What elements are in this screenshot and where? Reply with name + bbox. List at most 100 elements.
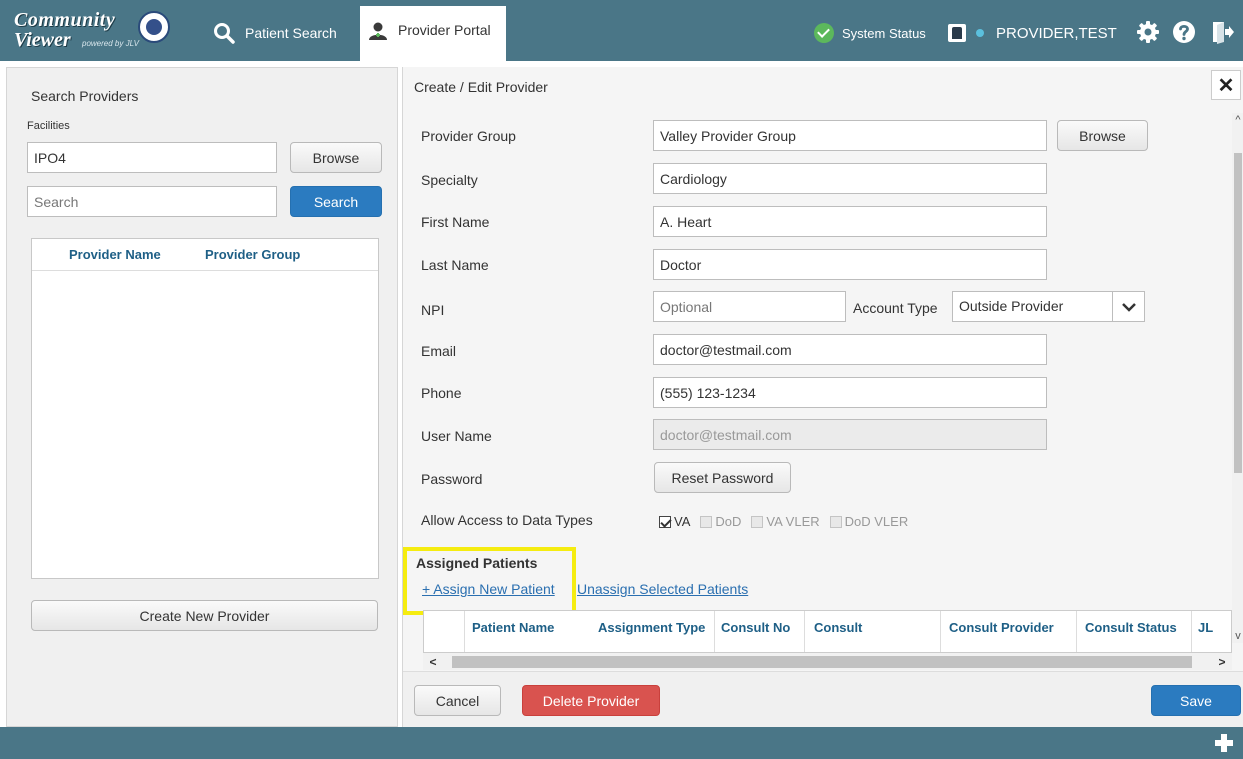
plus-icon[interactable] [1213, 732, 1235, 754]
checkbox-va-vler: VA VLER [751, 514, 820, 529]
horizontal-scroll-thumb[interactable] [452, 656, 1192, 668]
first-name-label: First Name [421, 214, 490, 230]
top-navigation-bar: Community Viewer powered by JLV Patient … [0, 0, 1243, 61]
last-name-input[interactable] [653, 249, 1047, 280]
column-consult-status[interactable]: Consult Status [1085, 620, 1177, 635]
checkbox-va-vler-box [751, 515, 764, 528]
email-input[interactable] [653, 334, 1047, 365]
unassign-selected-patients-link[interactable]: Unassign Selected Patients [577, 581, 748, 597]
facilities-input[interactable] [27, 142, 277, 173]
checkbox-dod-vler-box [829, 515, 842, 528]
column-consult-no[interactable]: Consult No [721, 620, 790, 635]
checkbox-va-box[interactable] [659, 515, 671, 528]
checkbox-dod-vler-label: DoD VLER [844, 514, 909, 529]
specialty-input[interactable] [653, 163, 1047, 194]
create-new-provider-button[interactable]: Create New Provider [31, 600, 378, 631]
nav-patient-search-label: Patient Search [245, 25, 337, 41]
user-menu[interactable]: PROVIDER,TEST [948, 22, 1117, 44]
column-divider [464, 611, 465, 652]
phone-label: Phone [421, 385, 462, 401]
column-provider-group[interactable]: Provider Group [205, 247, 300, 262]
scroll-up-icon[interactable]: ^ [1232, 113, 1243, 127]
column-jl[interactable]: JL [1198, 620, 1213, 635]
delete-provider-button[interactable]: Delete Provider [522, 685, 660, 716]
search-icon [214, 23, 235, 44]
account-type-select[interactable]: Outside Provider [952, 291, 1145, 322]
scroll-right-icon[interactable]: > [1212, 653, 1232, 670]
column-divider [940, 611, 941, 652]
app-logo[interactable]: Community Viewer powered by JLV [14, 9, 184, 55]
npi-input[interactable] [653, 291, 846, 322]
checkbox-va[interactable]: VA [659, 514, 690, 529]
column-consult[interactable]: Consult [814, 620, 862, 635]
va-seal-icon [138, 11, 170, 43]
highlight-box [403, 547, 576, 615]
system-status-label: System Status [842, 25, 926, 41]
scroll-left-icon[interactable]: < [423, 653, 443, 670]
horizontal-scrollbar[interactable]: < > [423, 653, 1232, 670]
provider-group-browse-button[interactable]: Browse [1057, 120, 1148, 151]
specialty-label: Specialty [421, 172, 478, 188]
user-name-input [653, 419, 1047, 450]
reset-password-button[interactable]: Reset Password [654, 462, 791, 493]
search-providers-title: Search Providers [31, 88, 139, 104]
bottom-bar [0, 727, 1243, 759]
data-types-checkboxes: VA DoD VA VLER DoD VLER [659, 514, 918, 529]
account-type-value: Outside Provider [959, 298, 1064, 314]
checkbox-dod-vler: DoD VLER [829, 514, 909, 529]
providers-table-header: Provider Name Provider Group [32, 239, 378, 271]
edit-provider-panel: Create / Edit Provider ✕ Provider Group … [402, 67, 1243, 727]
search-providers-panel: Search Providers Facilities Browse Searc… [6, 67, 398, 727]
column-divider [714, 611, 715, 652]
provider-group-label: Provider Group [421, 128, 516, 144]
provider-search-button[interactable]: Search [290, 186, 382, 217]
column-patient-name[interactable]: Patient Name [472, 620, 554, 635]
column-consult-provider[interactable]: Consult Provider [949, 620, 1054, 635]
user-name-label: User Name [421, 428, 492, 444]
logo-powered-by: powered by JLV [82, 39, 139, 48]
facilities-browse-button[interactable]: Browse [290, 142, 382, 173]
assigned-patients-table: Patient Name Assignment Type Consult No … [423, 610, 1232, 653]
provider-group-input[interactable] [653, 120, 1047, 151]
edit-provider-footer: Cancel Delete Provider Save [403, 671, 1243, 727]
column-divider [1076, 611, 1077, 652]
provider-icon [369, 22, 387, 40]
checkbox-va-vler-label: VA VLER [766, 514, 820, 529]
gear-icon[interactable] [1136, 20, 1160, 44]
password-label: Password [421, 471, 483, 487]
data-types-label: Allow Access to Data Types [421, 512, 593, 528]
chevron-down-icon[interactable] [1112, 292, 1144, 321]
help-icon[interactable] [1172, 20, 1196, 44]
phone-input[interactable] [653, 377, 1047, 408]
save-button[interactable]: Save [1151, 685, 1241, 716]
cancel-button[interactable]: Cancel [414, 685, 501, 716]
vertical-scroll-thumb[interactable] [1234, 153, 1242, 473]
user-badge-icon [948, 24, 966, 42]
scroll-down-icon[interactable]: v [1232, 629, 1243, 643]
last-name-label: Last Name [421, 257, 489, 273]
first-name-input[interactable] [653, 206, 1047, 237]
email-label: Email [421, 343, 457, 359]
system-status[interactable]: System Status [814, 22, 926, 44]
npi-label: NPI [421, 302, 445, 318]
providers-table: Provider Name Provider Group [31, 238, 379, 579]
close-icon[interactable]: ✕ [1211, 70, 1241, 100]
logout-icon[interactable] [1210, 20, 1234, 44]
provider-search-input[interactable] [27, 186, 277, 217]
checkbox-dod: DoD [700, 514, 741, 529]
logo-text-viewer: Viewer [14, 29, 71, 51]
column-divider [804, 611, 805, 652]
account-type-label: Account Type [853, 300, 938, 316]
checkbox-dod-label: DoD [715, 514, 742, 529]
nav-provider-portal[interactable]: Provider Portal [360, 6, 506, 61]
status-ok-icon [814, 23, 834, 43]
column-provider-name[interactable]: Provider Name [69, 247, 161, 262]
column-assignment-type[interactable]: Assignment Type [598, 620, 705, 635]
facilities-label: Facilities [27, 120, 70, 132]
column-divider [1191, 611, 1192, 652]
nav-provider-portal-label: Provider Portal [398, 22, 491, 38]
checkbox-dod-box [700, 515, 713, 528]
edit-provider-title: Create / Edit Provider [414, 79, 548, 95]
nav-patient-search[interactable]: Patient Search [213, 13, 337, 53]
vertical-scrollbar[interactable]: ^ v [1232, 113, 1243, 643]
